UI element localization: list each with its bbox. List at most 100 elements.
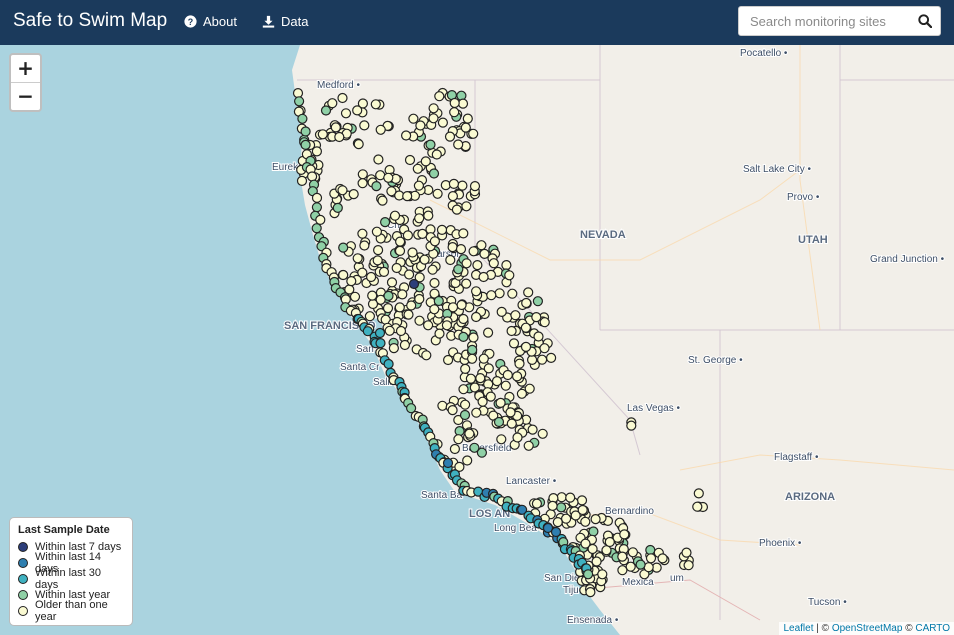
monitoring-site-marker[interactable]	[545, 352, 557, 363]
monitoring-site-marker[interactable]	[364, 311, 375, 322]
monitoring-site-marker[interactable]	[366, 271, 377, 283]
monitoring-site-marker[interactable]	[437, 400, 448, 411]
monitoring-site-marker[interactable]	[645, 544, 656, 556]
monitoring-site-marker[interactable]	[399, 339, 410, 351]
monitoring-site-marker[interactable]	[580, 516, 591, 527]
monitoring-site-marker[interactable]	[437, 117, 448, 128]
monitoring-site-marker[interactable]	[349, 291, 361, 302]
monitoring-site-marker[interactable]	[434, 328, 445, 339]
monitoring-site-marker[interactable]	[332, 202, 343, 213]
monitoring-site-marker[interactable]	[483, 327, 494, 338]
monitoring-site-marker[interactable]	[461, 258, 472, 269]
monitoring-site-marker[interactable]	[486, 290, 497, 301]
monitoring-site-marker[interactable]	[550, 526, 562, 538]
monitoring-site-marker[interactable]	[380, 217, 391, 228]
monitoring-site-marker[interactable]	[507, 288, 518, 299]
monitoring-site-marker[interactable]	[417, 228, 428, 239]
carto-link[interactable]: CARTO	[915, 623, 950, 634]
monitoring-site-marker[interactable]	[577, 504, 588, 516]
monitoring-site-marker[interactable]	[539, 343, 550, 354]
monitoring-site-marker[interactable]	[404, 269, 415, 280]
monitoring-site-marker[interactable]	[447, 302, 459, 313]
monitoring-site-marker[interactable]	[520, 322, 532, 333]
monitoring-site-marker[interactable]	[375, 124, 386, 135]
monitoring-site-marker[interactable]	[537, 428, 548, 439]
monitoring-site-marker[interactable]	[469, 442, 480, 453]
monitoring-site-marker[interactable]	[501, 260, 512, 271]
monitoring-site-marker[interactable]	[458, 228, 469, 239]
monitoring-site-marker[interactable]	[459, 409, 471, 421]
monitoring-site-marker[interactable]	[401, 130, 412, 141]
monitoring-site-marker[interactable]	[547, 500, 558, 511]
monitoring-site-marker[interactable]	[471, 286, 482, 297]
monitoring-site-marker[interactable]	[556, 492, 567, 503]
monitoring-site-marker[interactable]	[391, 262, 402, 274]
monitoring-site-marker[interactable]	[449, 443, 460, 455]
monitoring-site-marker[interactable]	[395, 325, 407, 337]
monitoring-site-marker[interactable]	[372, 255, 383, 266]
monitoring-site-marker[interactable]	[429, 236, 440, 247]
monitoring-site-marker[interactable]	[645, 553, 657, 564]
monitoring-site-marker[interactable]	[436, 224, 448, 235]
monitoring-site-marker[interactable]	[359, 120, 370, 131]
monitoring-site-marker[interactable]	[468, 332, 479, 343]
monitoring-site-marker[interactable]	[357, 267, 368, 278]
monitoring-site-marker[interactable]	[455, 244, 467, 255]
monitoring-site-marker[interactable]	[496, 434, 507, 445]
search-input[interactable]	[739, 7, 920, 35]
monitoring-site-marker[interactable]	[334, 131, 345, 143]
monitoring-site-marker[interactable]	[389, 210, 401, 221]
monitoring-site-marker[interactable]	[374, 327, 386, 339]
monitoring-site-marker[interactable]	[404, 154, 416, 166]
monitoring-site-marker[interactable]	[311, 192, 323, 203]
monitoring-site-marker[interactable]	[428, 103, 439, 114]
monitoring-site-marker[interactable]	[371, 181, 382, 192]
monitoring-site-marker[interactable]	[375, 338, 386, 349]
monitoring-site-marker[interactable]	[406, 300, 417, 311]
monitoring-site-marker[interactable]	[447, 191, 458, 202]
monitoring-site-marker[interactable]	[428, 168, 440, 179]
monitoring-site-marker[interactable]	[433, 295, 444, 307]
monitoring-site-marker[interactable]	[292, 87, 304, 99]
monitoring-site-marker[interactable]	[431, 149, 442, 160]
monitoring-site-marker[interactable]	[383, 290, 394, 301]
monitoring-site-marker[interactable]	[357, 228, 368, 239]
zoom-out-button[interactable]: −	[11, 82, 40, 110]
monitoring-site-marker[interactable]	[626, 420, 637, 431]
monitoring-site-marker[interactable]	[590, 513, 601, 525]
monitoring-site-marker[interactable]	[423, 320, 434, 331]
monitoring-site-marker[interactable]	[327, 98, 338, 109]
monitoring-site-marker[interactable]	[373, 154, 384, 165]
monitoring-site-marker[interactable]	[442, 457, 454, 469]
monitoring-site-marker[interactable]	[429, 304, 440, 315]
monitoring-site-marker[interactable]	[456, 299, 467, 311]
monitoring-site-marker[interactable]	[657, 553, 668, 564]
monitoring-site-marker[interactable]	[692, 501, 703, 512]
monitoring-site-marker[interactable]	[352, 105, 363, 116]
monitoring-site-marker[interactable]	[462, 455, 473, 466]
osm-link[interactable]: OpenStreetMap	[832, 623, 903, 634]
monitoring-site-marker[interactable]	[352, 253, 363, 264]
monitoring-site-marker[interactable]	[504, 270, 515, 281]
monitoring-site-marker[interactable]	[453, 139, 464, 150]
monitoring-site-marker[interactable]	[460, 122, 471, 133]
monitoring-site-marker[interactable]	[472, 260, 483, 271]
monitoring-site-marker[interactable]	[693, 488, 704, 499]
monitoring-site-marker[interactable]	[432, 188, 443, 199]
monitoring-site-marker[interactable]	[627, 547, 639, 558]
monitoring-site-marker[interactable]	[683, 560, 694, 571]
monitoring-site-marker[interactable]	[468, 128, 479, 139]
monitoring-site-marker[interactable]	[523, 440, 534, 451]
monitoring-site-marker[interactable]	[587, 543, 598, 555]
monitoring-site-marker[interactable]	[523, 287, 534, 298]
monitoring-site-marker[interactable]	[560, 513, 572, 524]
monitoring-site-marker[interactable]	[582, 569, 594, 580]
search-icon[interactable]	[918, 14, 932, 28]
monitoring-site-marker[interactable]	[370, 99, 381, 110]
zoom-in-button[interactable]: +	[11, 55, 40, 82]
monitoring-site-marker[interactable]	[384, 325, 395, 336]
map-canvas[interactable]: Pocatello •Medford •Eureka Salt Lake City…	[0, 45, 954, 635]
monitoring-site-marker[interactable]	[367, 290, 378, 301]
monitoring-site-marker[interactable]	[300, 139, 311, 150]
monitoring-site-marker[interactable]	[388, 343, 399, 354]
